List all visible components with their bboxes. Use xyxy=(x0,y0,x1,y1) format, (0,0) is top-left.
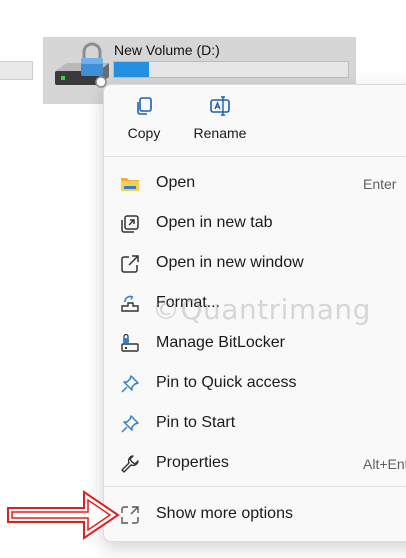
pin-icon xyxy=(121,415,139,433)
menu-item-label: Manage BitLocker xyxy=(156,334,285,351)
wrench-icon xyxy=(121,455,139,473)
menu-item-label: Show more options xyxy=(156,505,293,522)
bitlocker-key-icon xyxy=(121,334,139,352)
menu-item-label: Open xyxy=(156,174,196,191)
new-window-icon xyxy=(121,255,139,273)
menu-item-label: Pin to Start xyxy=(156,414,236,431)
drive-bitlocker-icon xyxy=(55,42,109,88)
pin-icon xyxy=(121,375,139,393)
format-icon xyxy=(121,295,139,312)
menu-item-manage-bitlocker[interactable]: Manage BitLocker xyxy=(104,326,406,362)
neighbor-drive-tile[interactable] xyxy=(0,61,33,80)
menu-item-open-new-tab[interactable]: Open in new tab xyxy=(104,206,406,242)
rename-label: Rename xyxy=(193,125,247,141)
menu-item-show-more-options[interactable]: Show more options xyxy=(104,497,406,533)
menu-item-label: Open in new tab xyxy=(156,214,273,231)
menu-item-format[interactable]: Format... xyxy=(104,286,406,322)
menu-item-label: Open in new window xyxy=(156,254,304,271)
new-tab-icon xyxy=(121,215,139,233)
copy-button[interactable]: Copy xyxy=(109,95,179,151)
menu-item-label: Pin to Quick access xyxy=(156,374,297,391)
folder-icon xyxy=(121,178,139,191)
menu-item-open-new-window[interactable]: Open in new window xyxy=(104,246,406,282)
menu-item-pin-start[interactable]: Pin to Start xyxy=(104,406,406,442)
rename-button[interactable]: Rename xyxy=(185,95,255,151)
quick-actions-bar: Copy Rename xyxy=(104,85,406,151)
copy-icon xyxy=(137,97,152,115)
menu-item-pin-quick-access[interactable]: Pin to Quick access xyxy=(104,366,406,402)
menu-item-shortcut: Alt+Enter xyxy=(363,456,406,472)
drive-usage-bar xyxy=(113,61,349,78)
menu-item-open[interactable]: Open Enter xyxy=(104,166,406,202)
copy-label: Copy xyxy=(127,125,161,141)
context-menu: Copy Rename Open Enter Open in new tab O… xyxy=(103,84,406,542)
rename-icon xyxy=(210,96,230,116)
menu-divider xyxy=(104,156,406,157)
drive-usage-fill xyxy=(114,62,150,77)
menu-item-label: Properties xyxy=(156,454,229,471)
annotation-arrow xyxy=(7,490,120,540)
show-more-icon xyxy=(121,506,139,524)
menu-divider xyxy=(104,486,406,487)
menu-item-label: Format... xyxy=(156,294,221,311)
menu-item-shortcut: Enter xyxy=(363,176,397,192)
menu-item-properties[interactable]: Properties Alt+Enter xyxy=(104,446,406,482)
drive-name: New Volume (D:) xyxy=(114,42,220,58)
